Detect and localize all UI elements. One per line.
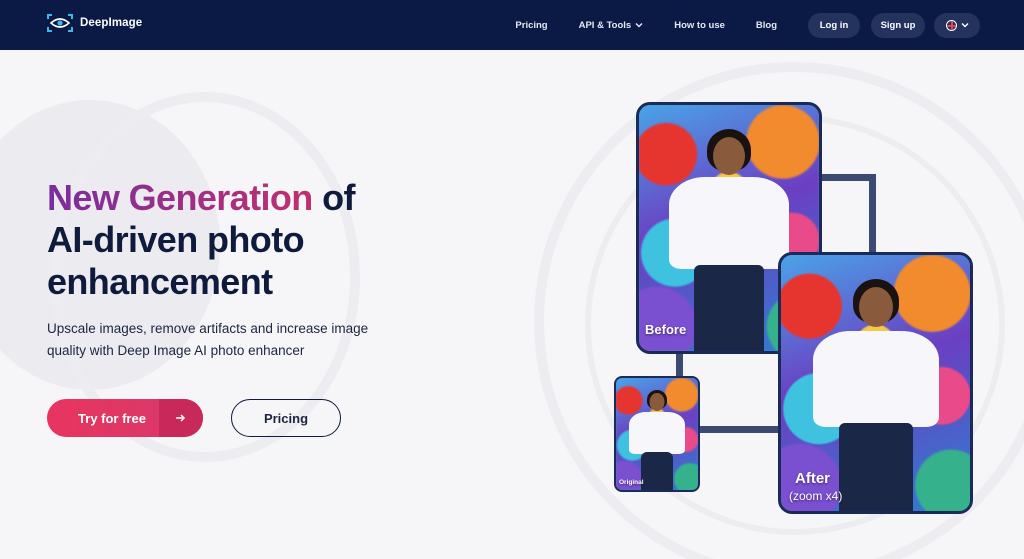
brand-name: DeepImage — [80, 17, 143, 29]
after-label: After — [795, 470, 831, 487]
hero-title: New Generation of AI-driven photo enhanc… — [47, 177, 427, 303]
nav-link-api-tools[interactable]: API & Tools — [579, 20, 644, 31]
chevron-down-icon — [961, 23, 968, 28]
login-button[interactable]: Log in — [808, 12, 860, 38]
connector-line — [676, 352, 683, 378]
hero-title-line-2: AI-driven photo — [47, 219, 305, 260]
nav-link-pricing[interactable]: Pricing — [515, 20, 547, 31]
person-head — [713, 137, 745, 175]
zoom-label: (zoom x4) — [789, 489, 843, 503]
person-torso — [629, 412, 685, 454]
uk-flag-icon — [945, 19, 957, 31]
try-for-free-button[interactable]: Try for free — [47, 399, 203, 437]
nav-link-how-to-use[interactable]: How to use — [674, 20, 725, 31]
arrow-right-icon — [159, 399, 203, 437]
hero-title-highlight: New Generation — [47, 177, 313, 218]
hero-title-line-3: enhancement — [47, 261, 273, 302]
brand-logo[interactable]: DeepImage — [46, 13, 142, 33]
connector-line — [818, 174, 876, 181]
person-head — [858, 287, 893, 327]
hero-title-part: of — [312, 177, 355, 218]
connector-line — [869, 174, 876, 256]
top-navbar: DeepImage Pricing API & Tools How to use… — [0, 0, 1024, 50]
person-legs — [838, 423, 913, 511]
person-legs — [694, 265, 764, 351]
person-torso — [812, 331, 939, 427]
connector-line — [698, 426, 780, 433]
original-image-card: Original — [614, 376, 700, 492]
chevron-down-icon — [635, 23, 643, 28]
signup-button[interactable]: Sign up — [871, 12, 925, 38]
nav-links: Pricing API & Tools How to use Blog Log … — [515, 12, 980, 38]
try-for-free-label: Try for free — [78, 410, 146, 426]
eye-scan-icon — [47, 14, 73, 32]
hero-subtitle: Upscale images, remove artifacts and inc… — [47, 321, 369, 358]
original-label: Original — [619, 479, 644, 486]
language-selector[interactable] — [934, 12, 980, 38]
person-legs — [641, 452, 673, 490]
before-label: Before — [645, 322, 687, 337]
nav-link-api-tools-label: API & Tools — [578, 19, 632, 31]
pricing-button[interactable]: Pricing — [231, 399, 341, 437]
nav-link-blog[interactable]: Blog — [756, 20, 777, 31]
person-torso — [669, 177, 789, 269]
after-image-card: After (zoom x4) — [778, 252, 973, 514]
person-head — [649, 393, 665, 411]
